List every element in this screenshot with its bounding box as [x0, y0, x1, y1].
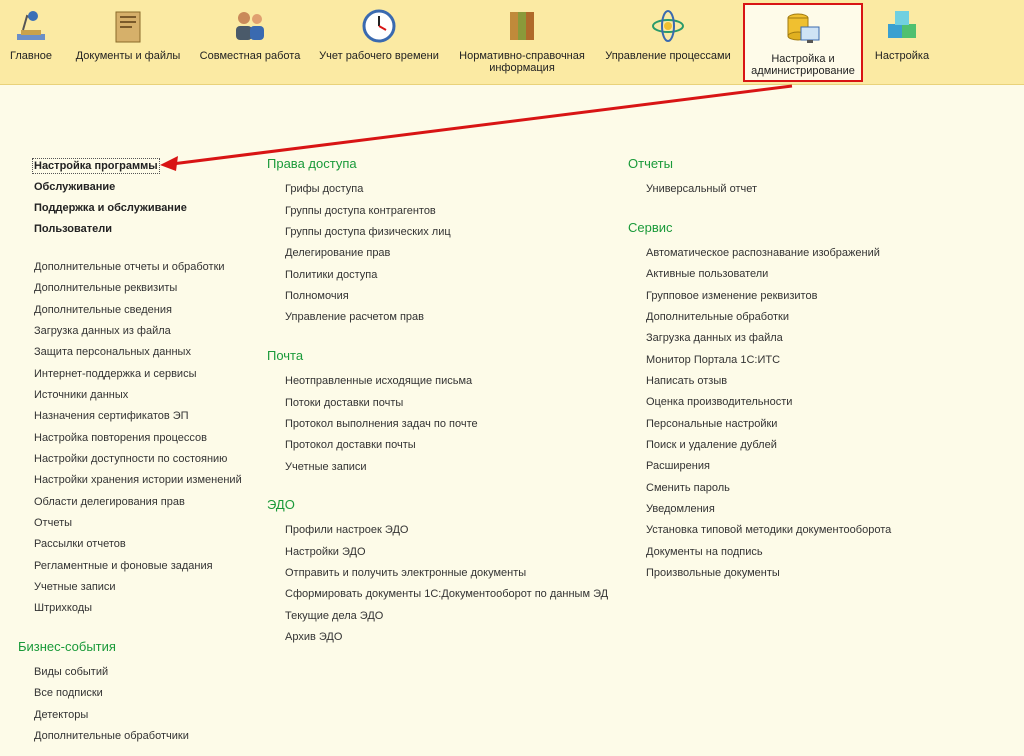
section-label: Документы и файлы [75, 50, 181, 62]
section-label: Настройка и администрирование [751, 53, 855, 77]
list-item[interactable]: Регламентные и фоновые задания [34, 560, 213, 572]
list-item[interactable]: Протокол доставки почты [285, 439, 416, 451]
list-item[interactable]: Виды событий [34, 666, 108, 678]
list-item[interactable]: Установка типовой методики документообор… [646, 524, 891, 536]
list-item[interactable]: Источники данных [34, 389, 128, 401]
section-label: Настройка [874, 50, 930, 62]
list-item[interactable]: Дополнительные обработки [646, 311, 789, 323]
section-time-tracking[interactable]: Учет рабочего времени [314, 0, 444, 84]
list-item[interactable]: Активные пользователи [646, 268, 768, 280]
list-item[interactable]: Профили настроек ЭДО [285, 524, 408, 536]
list-item[interactable]: Произвольные документы [646, 567, 780, 579]
list-item[interactable]: Делегирование прав [285, 247, 390, 259]
list-item[interactable]: Персональные настройки [646, 418, 777, 430]
link-program-settings[interactable]: Настройка программы [32, 158, 160, 174]
list-item[interactable]: Назначения сертификатов ЭП [34, 410, 189, 422]
list-item[interactable]: Протокол выполнения задач по почте [285, 418, 478, 430]
list-item[interactable]: Настройки ЭДО [285, 546, 366, 558]
list-item[interactable]: Детекторы [34, 709, 88, 721]
section-label: Управление процессами [605, 50, 731, 62]
people-icon [236, 12, 264, 40]
list-item[interactable]: Сменить пароль [646, 482, 730, 494]
group-title-reports: Отчеты [628, 156, 673, 171]
sections-panel: Главное Документы и файлы Совместная раб… [0, 0, 1024, 85]
section-label: Совместная работа [199, 50, 301, 62]
list-item[interactable]: Потоки доставки почты [285, 397, 403, 409]
list-item[interactable]: Области делегирования прав [34, 496, 185, 508]
list-item[interactable]: Архив ЭДО [285, 631, 342, 643]
database-computer-icon [787, 13, 820, 43]
list-item[interactable]: Расширения [646, 460, 710, 472]
link-users[interactable]: Пользователи [34, 223, 112, 235]
section-process-management[interactable]: Управление процессами [600, 0, 736, 84]
list-item[interactable]: Оценка производительности [646, 396, 792, 408]
list-item[interactable]: Загрузка данных из файла [646, 332, 783, 344]
list-item[interactable]: Группы доступа контрагентов [285, 205, 436, 217]
section-documents[interactable]: Документы и файлы [68, 0, 188, 84]
list-item[interactable]: Поиск и удаление дублей [646, 439, 777, 451]
list-item[interactable]: Настройки хранения истории изменений [34, 474, 242, 486]
section-collaboration[interactable]: Совместная работа [194, 0, 306, 84]
list-item[interactable]: Штрихкоды [34, 602, 92, 614]
binders-icon [510, 12, 534, 40]
group-title-business-events: Бизнес-события [18, 639, 116, 654]
list-item[interactable]: Дополнительные отчеты и обработки [34, 261, 225, 273]
section-label: Главное [9, 50, 53, 62]
list-item[interactable]: Документы на подпись [646, 546, 763, 558]
admin-content-area: Настройка программы Обслуживание Поддерж… [0, 84, 1024, 756]
list-item[interactable]: Загрузка данных из файла [34, 325, 171, 337]
list-item[interactable]: Грифы доступа [285, 183, 363, 195]
clock-icon [362, 9, 396, 43]
list-item[interactable]: Отправить и получить электронные докумен… [285, 567, 526, 579]
list-item[interactable]: Настройки доступности по состоянию [34, 453, 227, 465]
link-maintenance[interactable]: Обслуживание [34, 181, 115, 193]
list-item[interactable]: Полномочия [285, 290, 349, 302]
list-item[interactable]: Политики доступа [285, 269, 377, 281]
list-item[interactable]: Монитор Портала 1С:ИТС [646, 354, 780, 366]
section-label: Учет рабочего времени [319, 50, 439, 62]
group-title-access-rights: Права доступа [267, 156, 357, 171]
desk-lamp-icon [17, 11, 45, 40]
list-item[interactable]: Дополнительные реквизиты [34, 282, 177, 294]
group-title-mail: Почта [267, 348, 304, 363]
list-item[interactable]: Написать отзыв [646, 375, 727, 387]
list-item[interactable]: Дополнительные обработчики [34, 730, 189, 742]
list-item[interactable]: Учетные записи [285, 461, 367, 473]
list-item[interactable]: Универсальный отчет [646, 183, 757, 195]
cubes-icon [888, 11, 916, 38]
list-item[interactable]: Уведомления [646, 503, 715, 515]
list-item[interactable]: Групповое изменение реквизитов [646, 290, 817, 302]
section-administration[interactable]: Настройка и администрирование [743, 3, 863, 82]
list-item[interactable]: Дополнительные сведения [34, 304, 172, 316]
section-main[interactable]: Главное [0, 0, 62, 84]
document-folder-icon [115, 11, 141, 43]
group-title-service: Сервис [628, 220, 673, 235]
list-item[interactable]: Текущие дела ЭДО [285, 610, 383, 622]
list-item[interactable]: Учетные записи [34, 581, 116, 593]
list-item[interactable]: Все подписки [34, 687, 103, 699]
list-item[interactable]: Группы доступа физических лиц [285, 226, 451, 238]
list-item[interactable]: Защита персональных данных [34, 346, 191, 358]
list-item[interactable]: Интернет-поддержка и сервисы [34, 368, 196, 380]
section-label: Нормативно-справочная информация [459, 50, 585, 74]
list-item[interactable]: Рассылки отчетов [34, 538, 126, 550]
process-icon [652, 10, 684, 42]
group-title-edo: ЭДО [267, 497, 295, 512]
link-support-maintenance[interactable]: Поддержка и обслуживание [34, 202, 187, 214]
list-item[interactable]: Сформировать документы 1С:Документооборо… [285, 588, 608, 600]
list-item[interactable]: Автоматическое распознавание изображений [646, 247, 880, 259]
section-settings[interactable]: Настройка [870, 0, 934, 84]
list-item[interactable]: Настройка повторения процессов [34, 432, 207, 444]
list-item[interactable]: Управление расчетом прав [285, 311, 424, 323]
list-item[interactable]: Отчеты [34, 517, 72, 529]
list-item[interactable]: Неотправленные исходящие письма [285, 375, 472, 387]
section-reference-info[interactable]: Нормативно-справочная информация [452, 0, 592, 84]
